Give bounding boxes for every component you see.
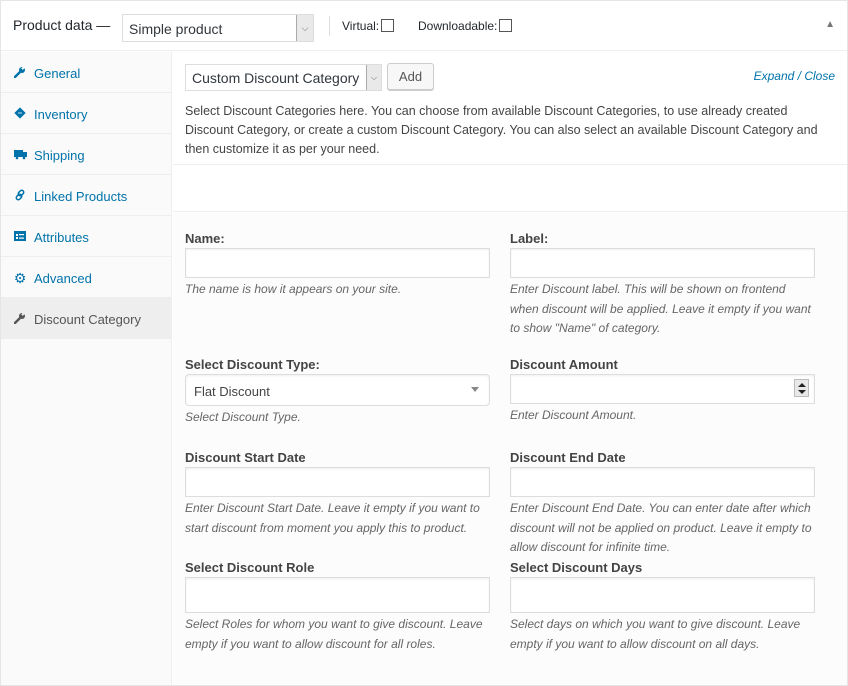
product-type-select[interactable]: Simple product ⌵ bbox=[122, 14, 314, 42]
tag-icon bbox=[13, 107, 27, 121]
virtual-checkbox[interactable] bbox=[381, 19, 395, 32]
close-link[interactable]: Close bbox=[804, 69, 835, 83]
discount-type-value: Flat Discount bbox=[194, 384, 270, 399]
tab-label: Inventory bbox=[34, 107, 88, 122]
virtual-label: Virtual: bbox=[342, 19, 380, 33]
product-type-value: Simple product bbox=[129, 21, 223, 37]
discount-type-label: Select Discount Type: bbox=[185, 357, 320, 372]
spinner-up-icon[interactable] bbox=[798, 383, 806, 387]
discount-category-toolbar: Custom Discount Category ⌵ Add Expand / … bbox=[173, 52, 847, 165]
link-icon bbox=[13, 189, 27, 203]
role-field-group: Select Discount Role Select Roles for wh… bbox=[185, 560, 490, 654]
start-date-help: Enter Discount Start Date. Leave it empt… bbox=[185, 501, 480, 535]
label-label: Label: bbox=[510, 231, 549, 246]
discount-category-select[interactable]: Custom Discount Category ⌵ bbox=[185, 64, 382, 91]
end-date-label: Discount End Date bbox=[510, 450, 626, 465]
days-label: Select Discount Days bbox=[510, 560, 643, 575]
product-data-panel: Product data — Simple product ⌵ Virtual:… bbox=[0, 0, 848, 686]
header-divider bbox=[329, 16, 330, 36]
chevron-down-icon: ⌵ bbox=[366, 65, 381, 90]
end-date-field-group: Discount End Date Enter Discount End Dat… bbox=[510, 450, 815, 558]
list-icon bbox=[13, 230, 27, 244]
discount-amount-input[interactable] bbox=[510, 374, 815, 404]
wrench-icon bbox=[13, 311, 27, 326]
discount-amount-label: Discount Amount bbox=[510, 357, 618, 372]
downloadable-label: Downloadable: bbox=[418, 19, 498, 33]
start-date-label: Discount Start Date bbox=[185, 450, 306, 465]
label-help: Enter Discount label. This will be shown… bbox=[510, 282, 811, 335]
label-field-group: Label: Enter Discount label. This will b… bbox=[510, 231, 815, 339]
tab-attributes[interactable]: Attributes bbox=[1, 216, 171, 257]
product-data-tabs: General Inventory Shipping Linked Produc… bbox=[1, 52, 172, 685]
truck-icon bbox=[13, 148, 27, 162]
spinner-down-icon[interactable] bbox=[798, 390, 806, 394]
collapse-toggle-icon[interactable]: ▲ bbox=[825, 19, 835, 30]
tab-label: Attributes bbox=[34, 230, 89, 245]
tab-linked-products[interactable]: Linked Products bbox=[1, 175, 171, 216]
role-label: Select Discount Role bbox=[185, 560, 315, 575]
discount-category-description: Select Discount Categories here. You can… bbox=[185, 104, 818, 156]
role-input[interactable] bbox=[185, 577, 490, 613]
tab-label: Linked Products bbox=[34, 189, 128, 204]
discount-form: Name: The name is how it appears on your… bbox=[173, 213, 847, 685]
name-help: The name is how it appears on your site. bbox=[185, 282, 402, 296]
tab-label: General bbox=[34, 66, 81, 81]
discount-type-select[interactable]: Flat Discount bbox=[185, 374, 490, 406]
expand-close-separator: / bbox=[794, 69, 805, 83]
dropdown-arrow-icon bbox=[471, 387, 479, 392]
virtual-option: Virtual: bbox=[342, 19, 395, 33]
downloadable-option: Downloadable: bbox=[418, 19, 513, 33]
tab-discount-category[interactable]: Discount Category bbox=[1, 298, 171, 339]
discount-category-value: Custom Discount Category bbox=[192, 70, 360, 86]
name-field-group: Name: The name is how it appears on your… bbox=[185, 231, 490, 300]
tab-shipping[interactable]: Shipping bbox=[1, 134, 171, 175]
chevron-down-icon: ⌵ bbox=[296, 15, 313, 41]
tab-advanced[interactable]: ⚙ Advanced bbox=[1, 257, 171, 298]
panel-title: Product data — bbox=[13, 17, 111, 33]
role-help: Select Roles for whom you want to give d… bbox=[185, 617, 483, 651]
discount-amount-help: Enter Discount Amount. bbox=[510, 408, 637, 422]
downloadable-checkbox[interactable] bbox=[499, 19, 513, 32]
days-field-group: Select Discount Days Select days on whic… bbox=[510, 560, 815, 654]
tab-general[interactable]: General bbox=[1, 52, 171, 93]
days-help: Select days on which you want to give di… bbox=[510, 617, 801, 651]
start-date-input[interactable] bbox=[185, 467, 490, 497]
end-date-input[interactable] bbox=[510, 467, 815, 497]
expand-close-links: Expand / Close bbox=[754, 69, 835, 83]
tab-label: Advanced bbox=[34, 271, 92, 286]
end-date-help: Enter Discount End Date. You can enter d… bbox=[510, 501, 812, 554]
tab-inventory[interactable]: Inventory bbox=[1, 93, 171, 134]
tab-label: Shipping bbox=[34, 148, 85, 163]
discount-amount-field-group: Discount Amount Enter Discount Amount. bbox=[510, 357, 815, 426]
number-spinner[interactable] bbox=[794, 379, 809, 397]
add-button[interactable]: Add bbox=[387, 63, 434, 90]
discount-type-field-group: Select Discount Type: Flat Discount Sele… bbox=[185, 357, 490, 428]
gear-icon: ⚙ bbox=[13, 270, 27, 286]
name-input[interactable] bbox=[185, 248, 490, 278]
section-spacer bbox=[173, 166, 847, 212]
tab-label: Discount Category bbox=[34, 312, 141, 327]
discount-category-panel: Custom Discount Category ⌵ Add Expand / … bbox=[173, 52, 847, 685]
name-label: Name: bbox=[185, 231, 225, 246]
start-date-field-group: Discount Start Date Enter Discount Start… bbox=[185, 450, 490, 538]
wrench-icon bbox=[13, 65, 27, 80]
days-input[interactable] bbox=[510, 577, 815, 613]
expand-link[interactable]: Expand bbox=[754, 69, 795, 83]
label-input[interactable] bbox=[510, 248, 815, 278]
discount-type-help: Select Discount Type. bbox=[185, 410, 301, 424]
panel-header: Product data — Simple product ⌵ Virtual:… bbox=[1, 1, 847, 51]
